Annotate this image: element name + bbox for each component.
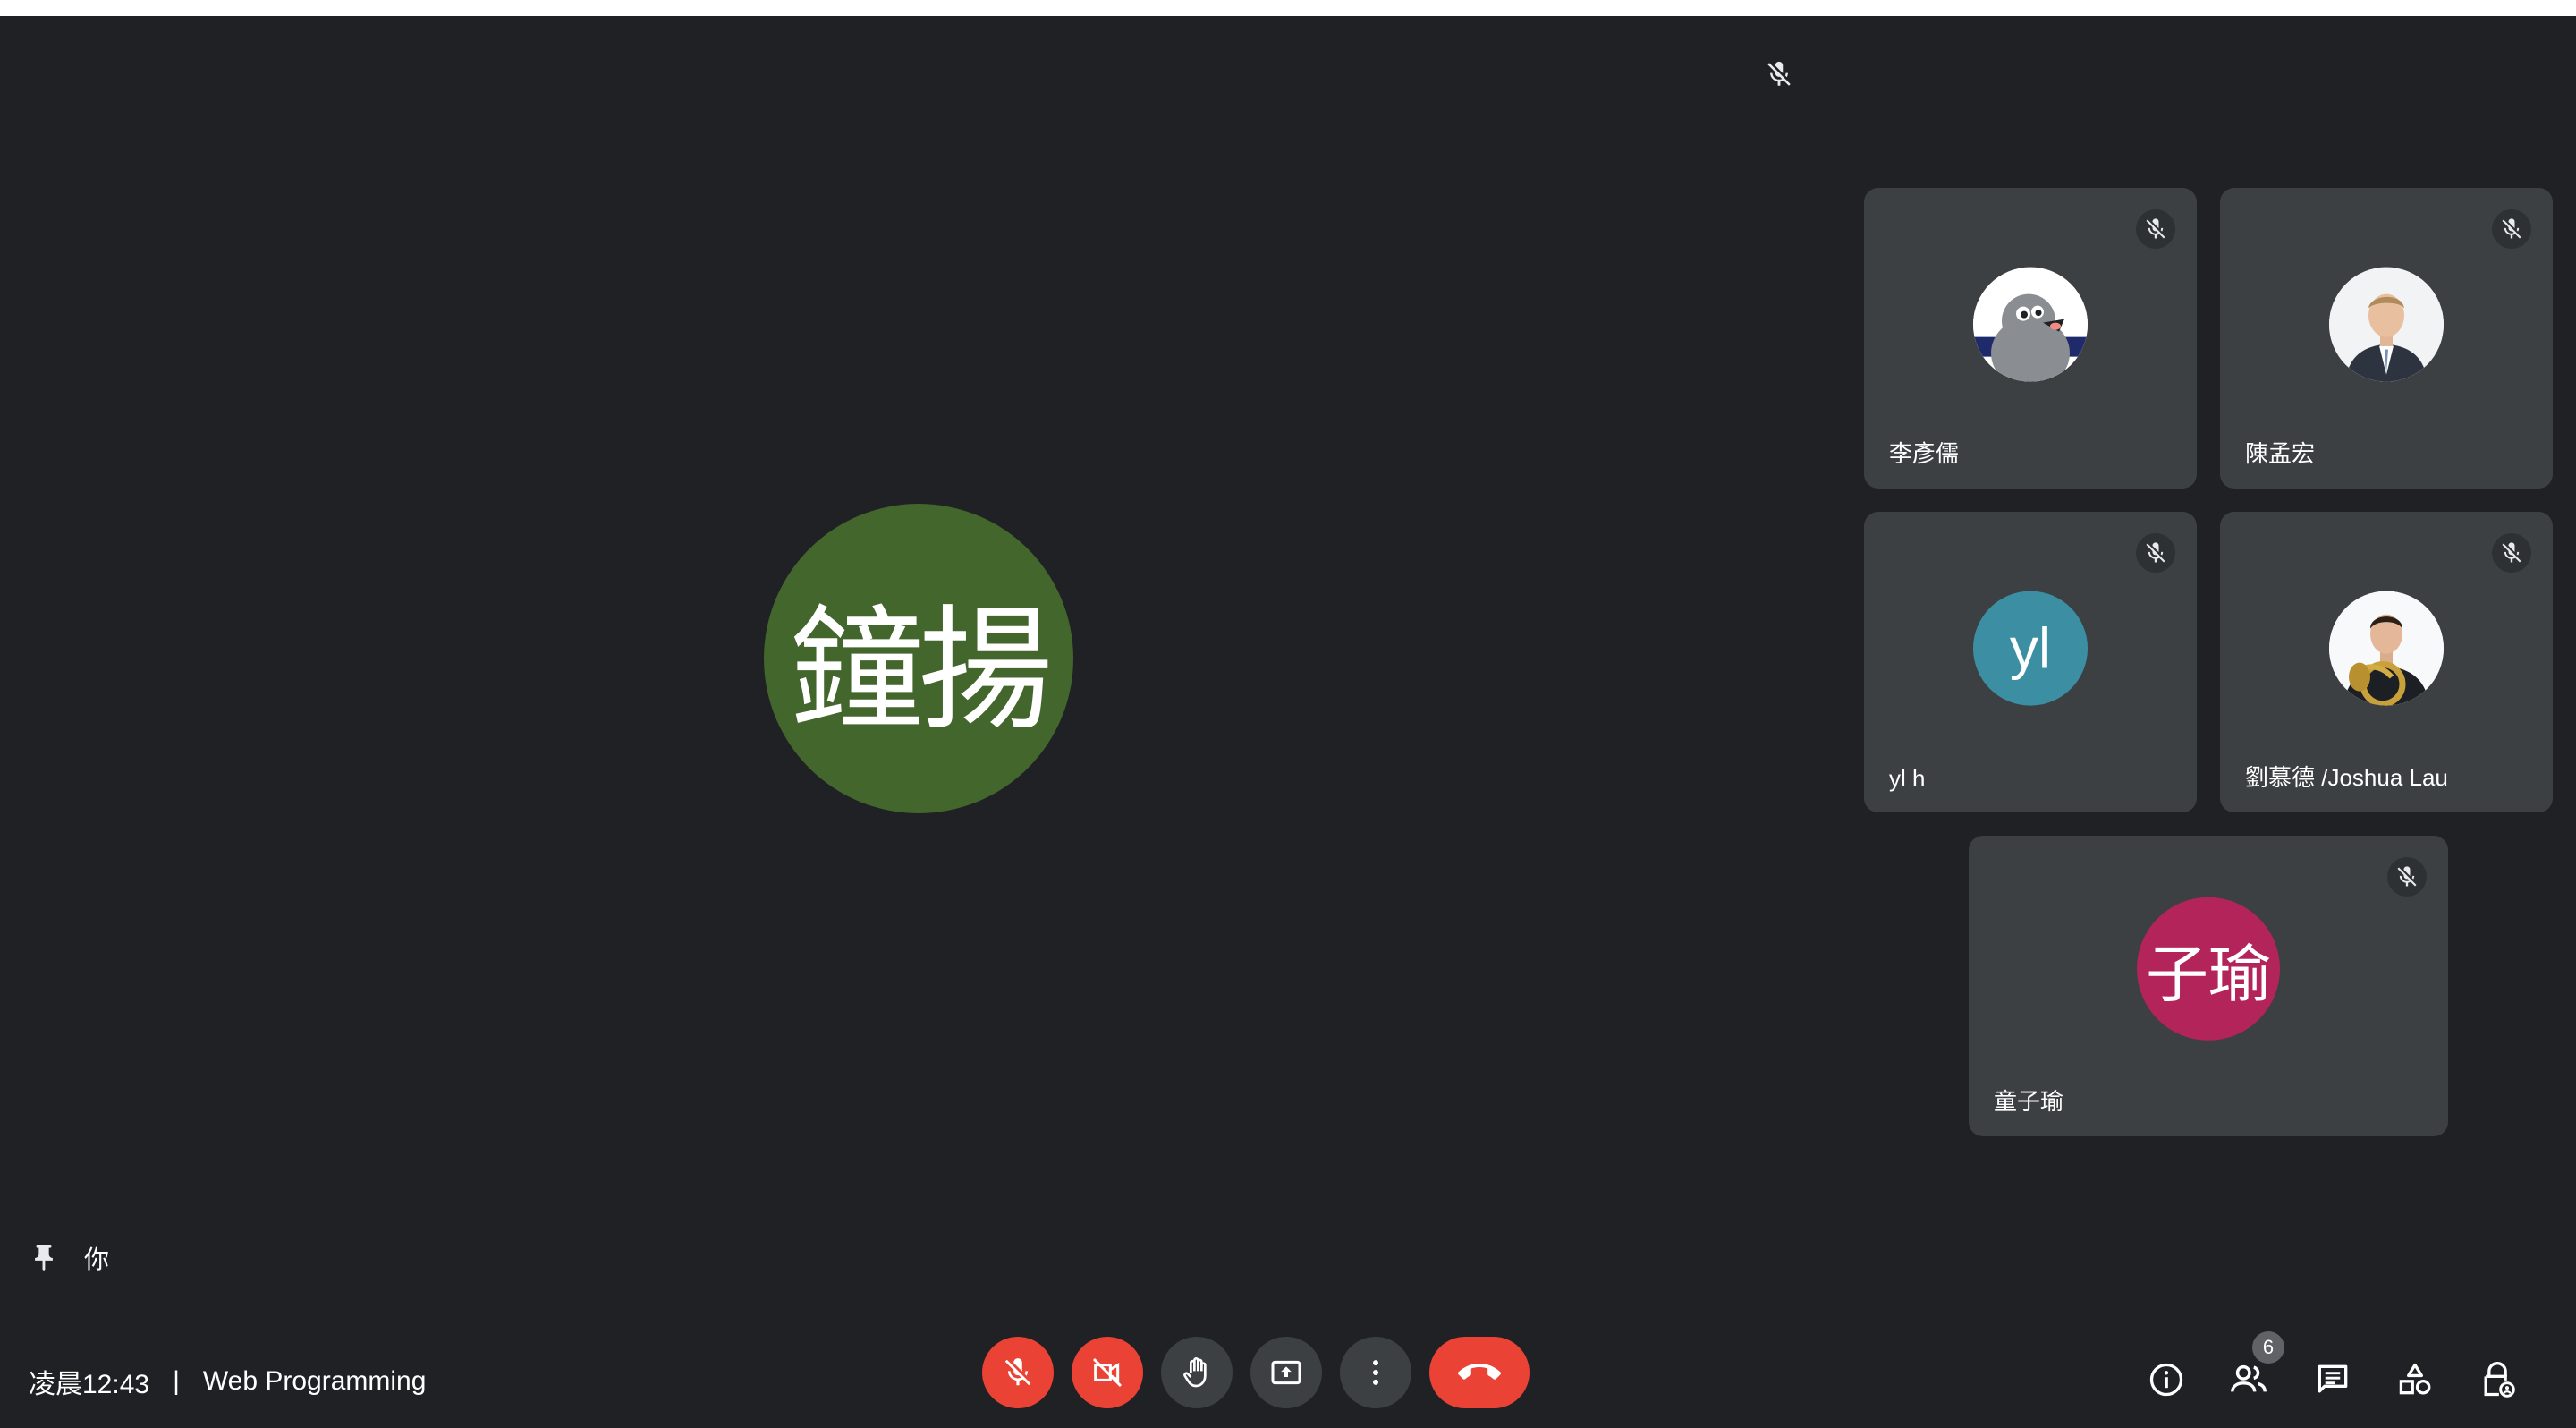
more-options-button[interactable] xyxy=(1340,1337,1411,1408)
participant-name: 陳孟宏 xyxy=(2245,440,2316,467)
pin-icon[interactable] xyxy=(29,1240,59,1276)
mic-off-icon xyxy=(1001,1356,1035,1390)
meeting-details-button[interactable] xyxy=(2145,1358,2188,1401)
mic-off-icon xyxy=(1764,59,1794,89)
people-icon xyxy=(2228,1359,2269,1400)
meeting-title[interactable]: Web Programming xyxy=(203,1366,427,1397)
person-in-suit-avatar xyxy=(2329,267,2444,382)
activities-button[interactable] xyxy=(2394,1358,2436,1401)
phone-end-icon xyxy=(1458,1351,1501,1394)
participant-initials: yl xyxy=(2009,616,2052,681)
present-screen-button[interactable] xyxy=(1250,1337,1322,1408)
participant-tile[interactable]: 陳孟宏 xyxy=(2220,188,2553,489)
self-avatar: 鐘揚 xyxy=(764,504,1073,813)
participant-name: 李彥儒 xyxy=(1889,440,1960,467)
meeting-separator: | xyxy=(173,1366,180,1396)
info-icon xyxy=(2147,1360,2186,1399)
chat-button[interactable] xyxy=(2311,1358,2354,1401)
mic-off-icon xyxy=(2136,209,2175,249)
people-button[interactable] xyxy=(2227,1358,2270,1401)
mic-off-icon xyxy=(2136,533,2175,573)
host-controls-button[interactable] xyxy=(2476,1358,2519,1401)
mic-toggle-button[interactable] xyxy=(982,1337,1054,1408)
participant-initials: 子瑜 xyxy=(2146,939,2271,1009)
self-label: 你 xyxy=(84,1245,110,1273)
self-label-row: 你 xyxy=(29,1240,109,1276)
participant-avatar: 子瑜 xyxy=(2137,897,2280,1041)
participant-name: yl h xyxy=(1889,765,1926,792)
pigeon-cartoon-avatar xyxy=(1973,267,2088,382)
participant-tile[interactable]: yl yl h xyxy=(1864,512,2197,812)
mic-off-icon xyxy=(2492,533,2531,573)
participant-tile[interactable]: 劉慕德 /Joshua Lau xyxy=(2220,512,2553,812)
participant-tile[interactable]: 李彥儒 xyxy=(1864,188,2197,489)
meeting-time: 凌晨12:43 xyxy=(29,1370,150,1399)
raise-hand-button[interactable] xyxy=(1161,1337,1233,1408)
people-count-badge: 6 xyxy=(2252,1331,2284,1364)
participant-name: 劉慕德 /Joshua Lau xyxy=(2245,764,2448,791)
participant-avatar: yl xyxy=(1973,591,2088,706)
mic-off-icon xyxy=(2387,857,2427,897)
person-with-horn-avatar xyxy=(2329,591,2444,706)
present-screen-icon xyxy=(1268,1355,1304,1390)
mic-off-icon xyxy=(2492,209,2531,249)
more-vertical-icon xyxy=(1358,1355,1394,1390)
camera-off-icon xyxy=(1089,1355,1125,1390)
chat-icon xyxy=(2313,1360,2352,1399)
participant-tile[interactable]: 子瑜 童子瑜 xyxy=(1969,836,2448,1136)
camera-toggle-button[interactable] xyxy=(1072,1337,1143,1408)
activities-icon xyxy=(2395,1360,2435,1399)
self-initials: 鐘揚 xyxy=(789,592,1053,749)
participant-name: 童子瑜 xyxy=(1994,1088,2064,1115)
host-controls-icon xyxy=(2478,1360,2517,1399)
meeting-stage: 鐘揚 李彥儒 陳孟宏 yl yl h 劉慕德 /Joshua Lau 子瑜 童子… xyxy=(0,16,2576,1428)
meeting-info: 凌晨12:43 | Web Programming xyxy=(29,1362,426,1401)
leave-call-button[interactable] xyxy=(1429,1337,1530,1408)
hand-icon xyxy=(1179,1355,1215,1390)
